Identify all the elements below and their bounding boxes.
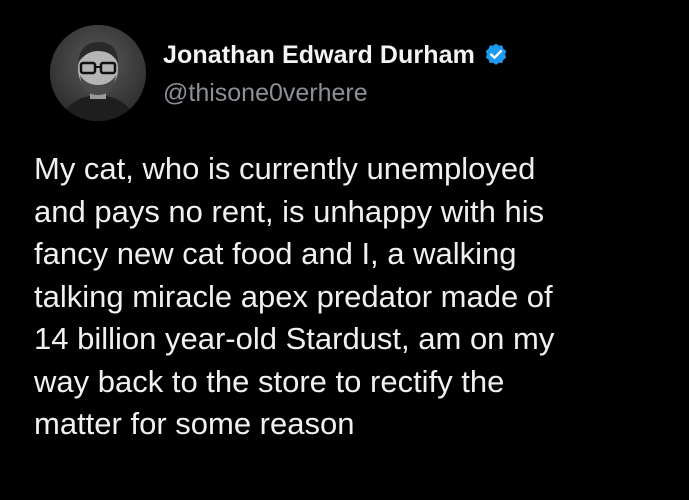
tweet-line: fancy new cat food and I, a walking — [34, 236, 517, 271]
tweet-line: talking miracle apex predator made of — [34, 278, 553, 314]
tweet-line: way back to the store to rectify the — [34, 363, 505, 399]
author-avatar[interactable] — [50, 25, 146, 121]
author-name-row: Jonathan Edward Durham — [163, 35, 509, 75]
tweet-line: 14 billion year-old Stardust, am on my — [34, 321, 555, 356]
tweet-body: My cat, who is currently unemployed and … — [34, 148, 674, 446]
tweet-card: Jonathan Edward Durham @thisone0verhere … — [0, 0, 689, 500]
verified-badge-icon — [483, 42, 509, 68]
tweet-line: matter for some reason — [34, 406, 355, 441]
author-display-name[interactable]: Jonathan Edward Durham — [163, 41, 475, 70]
author-handle[interactable]: @thisone0verhere — [163, 79, 368, 108]
tweet-line: and pays no rent, is unhappy with his — [34, 193, 545, 229]
tweet-line: My cat, who is currently unemployed — [34, 151, 536, 186]
avatar-photo-icon — [50, 25, 146, 121]
